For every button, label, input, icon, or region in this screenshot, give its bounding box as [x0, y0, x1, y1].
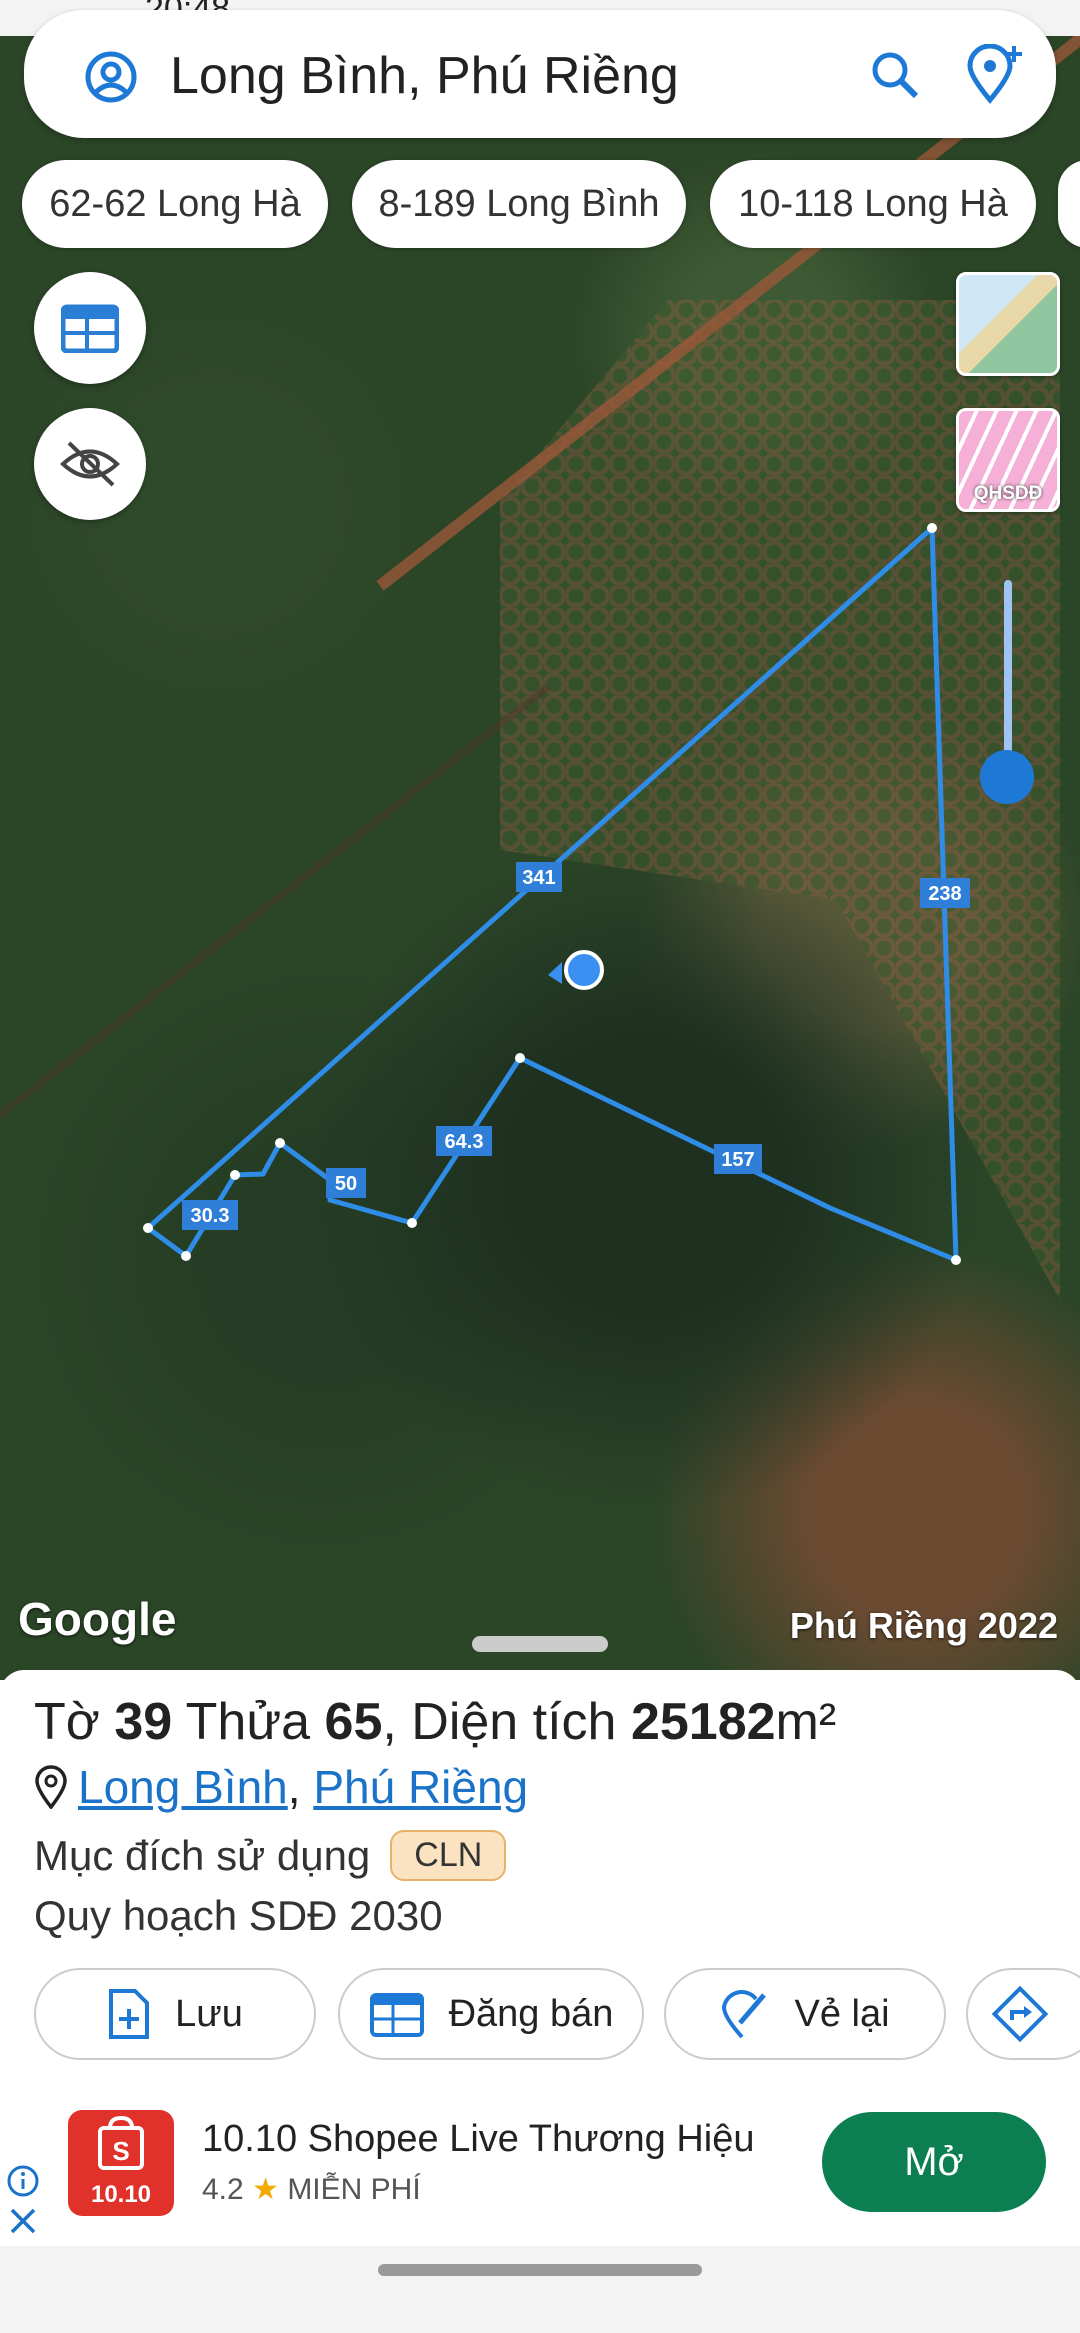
planning-layer-button[interactable]: QHSDĐ — [956, 408, 1060, 512]
table-icon — [61, 304, 119, 353]
vertex — [143, 1223, 153, 1233]
ad-meta: 4.2 ★ MIỄN PHÍ — [202, 2172, 421, 2207]
google-logo: Google — [18, 1593, 177, 1645]
edge-label-64-3: 64.3 — [445, 1131, 484, 1153]
redraw-label: Vẻ lại — [794, 1992, 890, 2035]
sheet-number: 39 — [114, 1693, 173, 1751]
vertex — [407, 1218, 417, 1228]
sheet-drag-handle[interactable] — [472, 1636, 608, 1652]
post-sale-button[interactable]: Đăng bán — [338, 1968, 644, 2060]
ad-rating: 4.2 — [202, 2173, 244, 2206]
my-location-dot — [548, 950, 604, 990]
edit-location-icon — [722, 1990, 767, 2039]
shopping-bag-icon: S 10.10 — [91, 2115, 151, 2208]
parcel-boundary: 341 238 157 64.3 50 30.3 — [143, 523, 970, 1265]
planning-layer-label: QHSDĐ — [973, 483, 1043, 504]
satellite-map[interactable]: 341 238 157 64.3 50 30.3 QHSDĐ Google Ph… — [0, 0, 1080, 1680]
vertex — [927, 523, 937, 533]
toggle-visibility-button[interactable] — [34, 408, 146, 520]
edge-label-341: 341 — [522, 867, 555, 889]
planning-label[interactable]: Quy hoạch SDĐ 2030 — [34, 1892, 443, 1940]
purpose-badge[interactable]: CLN — [390, 1830, 507, 1881]
search-title[interactable]: Long Bình, Phú Riềng — [170, 46, 679, 106]
edge-label: 238 — [920, 878, 970, 908]
account-icon[interactable] — [84, 50, 138, 104]
eye-off-icon — [60, 441, 120, 487]
edge-label-30-3: 30.3 — [191, 1205, 230, 1227]
suggestion-chip[interactable]: 62-62 Long Hà — [22, 160, 328, 248]
suggestion-chip[interactable]: 8-189 Long Bình — [352, 160, 686, 248]
land-purpose-row: Mục đích sử dụng CLN — [34, 1830, 507, 1881]
directions-icon — [991, 1985, 1049, 2043]
directions-button[interactable] — [966, 1968, 1080, 2060]
listing-icon — [369, 1993, 424, 2037]
edge-label-238: 238 — [928, 883, 961, 905]
edge-label: 341 — [516, 862, 562, 892]
ad-price: MIỄN PHÍ — [287, 2173, 421, 2206]
save-button[interactable]: Lưu — [34, 1968, 316, 2060]
shopee-logo: S 10.10 — [68, 2110, 174, 2216]
edge-label-157: 157 — [721, 1149, 754, 1171]
edge-label: 157 — [714, 1144, 762, 1174]
edge-label: 64.3 — [436, 1126, 492, 1156]
info-icon[interactable] — [6, 2164, 40, 2198]
zoom-slider-knob[interactable] — [980, 750, 1034, 804]
location-pin-icon — [35, 1765, 67, 1809]
edge-label-50: 50 — [335, 1173, 357, 1195]
edge-label: 30.3 — [182, 1200, 238, 1230]
ad-title[interactable]: 10.10 Shopee Live Thương Hiệu — [202, 2118, 754, 2161]
commune-link[interactable]: Long Bình — [78, 1761, 288, 1813]
svg-text:S: S — [112, 2136, 129, 2166]
close-icon[interactable] — [8, 2206, 38, 2236]
vertex — [951, 1255, 961, 1265]
ad-logo-text: 10.10 — [91, 2181, 151, 2208]
vertex — [515, 1053, 525, 1063]
search-bar[interactable]: Long Bình, Phú Riềng — [24, 10, 1056, 138]
add-file-icon — [109, 1989, 150, 2039]
redraw-button[interactable]: Vẻ lại — [664, 1968, 946, 2060]
system-nav-bar — [0, 2246, 1080, 2333]
base-map-layer-button[interactable] — [956, 272, 1060, 376]
sheet-prefix: Tờ — [34, 1693, 115, 1751]
ad-open-button[interactable]: Mở — [822, 2112, 1046, 2212]
imagery-label: Phú Riềng 2022 — [789, 1605, 1058, 1646]
vertex — [230, 1170, 240, 1180]
district-link[interactable]: Phú Riềng — [313, 1761, 528, 1813]
purpose-label: Mục đích sử dụng — [34, 1831, 371, 1879]
lot-prefix: Thửa — [172, 1693, 325, 1751]
area-unit: m² — [775, 1693, 837, 1751]
suggestion-chip[interactable]: 10-118 Long Hà — [710, 160, 1036, 248]
save-label: Lưu — [175, 1992, 243, 2035]
parcel-title: Tờ 39 Thửa 65, Diện tích 25182m² — [34, 1692, 836, 1752]
add-location-icon[interactable] — [964, 44, 1024, 104]
post-sale-label: Đăng bán — [448, 1992, 614, 2035]
lot-number: 65 — [324, 1693, 383, 1751]
vertex — [275, 1138, 285, 1148]
vertex — [181, 1251, 191, 1261]
table-view-button[interactable] — [34, 272, 146, 384]
edge-label: 50 — [326, 1168, 366, 1198]
home-indicator[interactable] — [378, 2264, 702, 2276]
area-prefix: , Diện tích — [382, 1693, 631, 1751]
search-icon[interactable] — [868, 48, 922, 102]
parcel-location: Long Bình, Phú Riềng — [34, 1760, 528, 1814]
area-value: 25182 — [630, 1693, 776, 1751]
star-icon: ★ — [252, 2173, 279, 2206]
location-separator: , — [287, 1761, 314, 1813]
